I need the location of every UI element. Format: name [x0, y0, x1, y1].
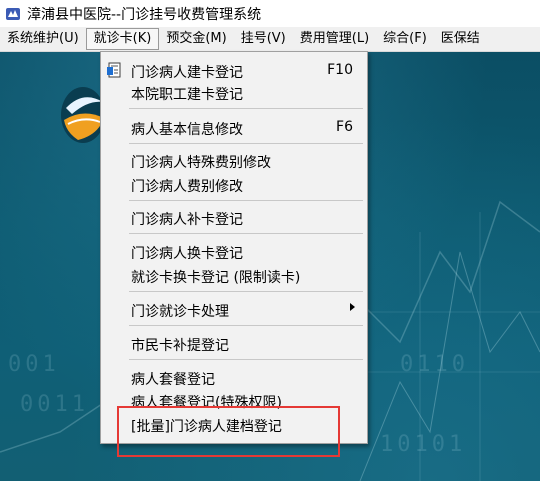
menu-item-card-replace[interactable]: 门诊病人换卡登记: [101, 240, 367, 262]
background-digits: 001: [8, 352, 60, 377]
menu-separator: [129, 291, 363, 292]
menu-item-card-reissue[interactable]: 门诊病人补卡登记: [101, 206, 367, 228]
menu-item-package-register[interactable]: 病人套餐登记: [101, 366, 367, 388]
menu-item-fee-type-edit[interactable]: 门诊病人费别修改: [101, 173, 367, 195]
menu-item-label: 门诊病人补卡登记: [131, 212, 243, 228]
submenu-arrow-icon: [350, 303, 355, 311]
menu-item-label: 本院职工建卡登记: [131, 87, 243, 103]
title-bar: 漳浦县中医院--门诊挂号收费管理系统: [0, 0, 540, 27]
menu-item-label: 门诊病人特殊费别修改: [131, 155, 271, 171]
menu-item-label: 门诊病人费别修改: [131, 179, 243, 195]
menu-separator: [129, 200, 363, 201]
background-digits: 10101: [380, 432, 467, 457]
card-register-icon: [107, 62, 121, 78]
menu-item-outpatient-card-register[interactable]: 门诊病人建卡登记 F10: [101, 59, 367, 81]
menu-item-patient-info-edit[interactable]: 病人基本信息修改 F6: [101, 116, 367, 138]
window-title: 漳浦县中医院--门诊挂号收费管理系统: [27, 6, 262, 23]
menu-item-special-fee-type-edit[interactable]: 门诊病人特殊费别修改: [101, 149, 367, 171]
menu-item-staff-card-register[interactable]: 本院职工建卡登记: [101, 81, 367, 103]
menu-separator: [129, 143, 363, 144]
menu-separator: [129, 359, 363, 360]
menu-fee-management[interactable]: 费用管理(L): [293, 28, 376, 50]
menu-item-card-replace-restricted[interactable]: 就诊卡换卡登记 (限制读卡): [101, 264, 367, 286]
menu-registration[interactable]: 挂号(V): [234, 28, 293, 50]
menu-comprehensive[interactable]: 综合(F): [376, 28, 434, 50]
menu-item-label: 市民卡补提登记: [131, 338, 229, 354]
menu-item-label: 门诊就诊卡处理: [131, 304, 229, 320]
menu-item-label: 病人基本信息修改: [131, 122, 243, 138]
app-logo-icon: [6, 7, 20, 20]
background-digits: 0011: [20, 392, 89, 417]
menu-item-label: 门诊病人建卡登记: [131, 65, 243, 81]
menu-medical-insurance[interactable]: 医保结: [434, 28, 487, 50]
menu-separator: [129, 108, 363, 109]
menu-system-maintenance[interactable]: 系统维护(U): [0, 28, 86, 50]
menu-item-label: 就诊卡换卡登记 (限制读卡): [131, 270, 301, 286]
menu-item-citizen-card-supplement[interactable]: 市民卡补提登记: [101, 332, 367, 354]
menu-item-label: 病人套餐登记: [131, 372, 215, 388]
menu-separator: [129, 325, 363, 326]
shortcut-label: F6: [336, 119, 353, 135]
background-digits: 0110: [400, 352, 469, 377]
menu-item-card-processing[interactable]: 门诊就诊卡处理: [101, 298, 367, 320]
menu-item-label: 门诊病人换卡登记: [131, 246, 243, 262]
menu-visit-card[interactable]: 就诊卡(K): [85, 28, 160, 50]
menu-bar: 系统维护(U) 就诊卡(K) 预交金(M) 挂号(V) 费用管理(L) 综合(F…: [0, 27, 540, 52]
menu-separator: [129, 233, 363, 234]
menu-prepayment[interactable]: 预交金(M): [159, 28, 233, 50]
visit-card-dropdown-menu: 门诊病人建卡登记 F10 本院职工建卡登记 病人基本信息修改 F6 门诊病人特殊…: [100, 51, 368, 444]
highlight-annotation-box: [117, 406, 340, 457]
shortcut-label: F10: [327, 62, 353, 78]
